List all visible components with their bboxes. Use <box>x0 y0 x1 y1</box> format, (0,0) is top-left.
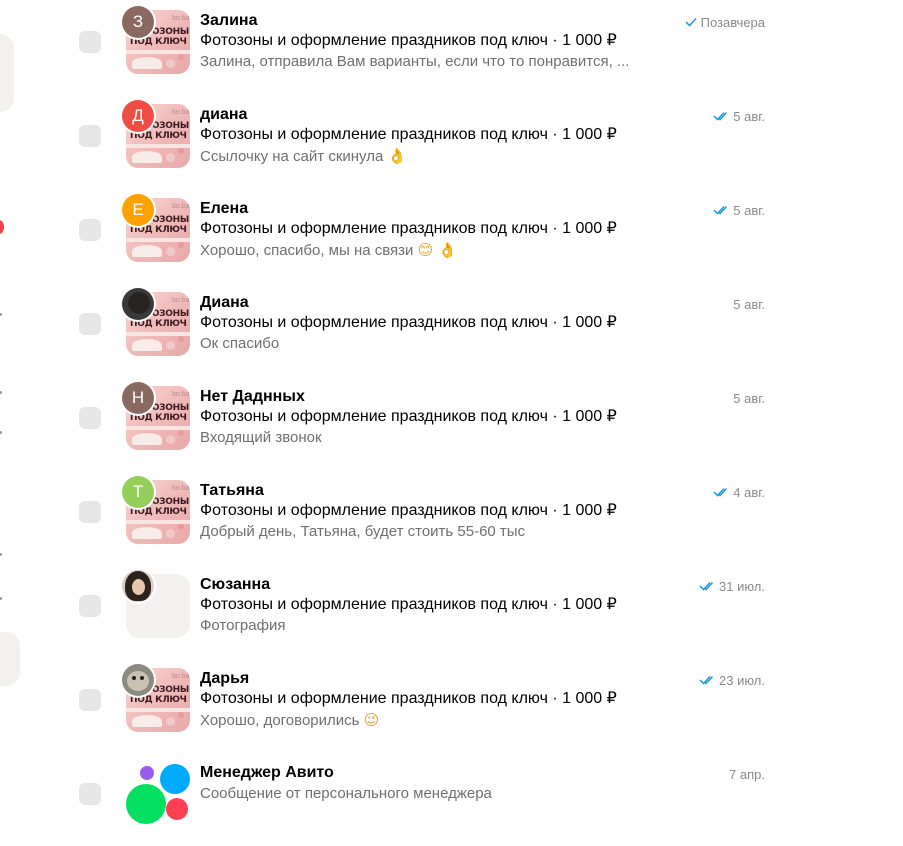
avatar: З <box>122 6 154 38</box>
message-meta: Позавчера <box>685 14 765 30</box>
select-checkbox[interactable] <box>79 407 101 429</box>
avatar-photo <box>122 570 154 602</box>
contact-name: Сюзанна <box>200 576 271 593</box>
smile-ok-emoji-icon: 😊 👌 <box>417 241 457 259</box>
last-message: Входящий звонок <box>200 429 322 446</box>
contact-name: Нет Даднных <box>200 388 305 405</box>
chat-row-zalina[interactable]: bo.ba ФОТОЗОНЫ ПОД КЛЮЧ З Залина Фотозон… <box>60 0 903 94</box>
last-message: Фотография <box>200 617 286 634</box>
notification-dot-icon <box>0 220 4 234</box>
last-message: Сообщение от персонального менеджера <box>200 785 492 802</box>
avatar: Д <box>122 100 154 132</box>
message-meta: 5 авг. <box>713 108 765 124</box>
ad-brand: bo.ba <box>172 109 190 116</box>
select-checkbox[interactable] <box>79 125 101 147</box>
select-checkbox[interactable] <box>79 595 101 617</box>
ad-brand: bo.ba <box>172 485 190 492</box>
ad-title: Фотозоны и оформление праздников под клю… <box>200 690 617 707</box>
select-checkbox[interactable] <box>79 783 101 805</box>
ok-hand-emoji-icon: 👌 <box>387 147 407 165</box>
sidebar-dot <box>0 431 2 434</box>
last-message-text: Хорошо, спасибо, мы на связи <box>200 242 414 259</box>
chat-row-suzanna[interactable]: Сюзанна Фотозоны и оформление праздников… <box>60 564 903 658</box>
avatar: Н <box>122 382 154 414</box>
sidebar-dot <box>0 391 2 394</box>
message-date: 5 авг. <box>733 108 765 124</box>
message-date: 4 авг. <box>733 484 765 500</box>
ad-brand: bo.ba <box>172 297 190 304</box>
message-meta: 5 авг. <box>733 296 765 312</box>
chat-row-diana-lower[interactable]: bo.ba ФОТОЗОНЫ ПОД КЛЮЧ Д диана Фотозоны… <box>60 94 903 188</box>
ad-title: Фотозоны и оформление праздников под клю… <box>200 126 617 143</box>
message-date: 7 апр. <box>729 766 765 782</box>
ad-brand: bo.ba <box>172 203 190 210</box>
select-checkbox[interactable] <box>79 219 101 241</box>
last-message-text: Хорошо, договорились <box>200 712 360 729</box>
last-message: Залина, отправила Вам варианты, если что… <box>200 53 630 70</box>
select-checkbox[interactable] <box>79 31 101 53</box>
message-meta: 31 июл. <box>699 578 765 594</box>
avatar: Т <box>122 476 154 508</box>
double-check-icon <box>699 581 715 591</box>
sidebar-tab[interactable] <box>0 34 14 112</box>
contact-name: Диана <box>200 294 249 311</box>
contact-name: Дарья <box>200 670 250 687</box>
chat-row-diana[interactable]: bo.ba ФОТОЗОНЫ ПОД КЛЮЧ Диана Фотозоны и… <box>60 282 903 376</box>
select-checkbox[interactable] <box>79 313 101 335</box>
contact-name: Залина <box>200 12 258 29</box>
message-date: 5 авг. <box>733 390 765 406</box>
last-message: Ссылочку на сайт скинула 👌 <box>200 146 406 167</box>
message-meta: 23 июл. <box>699 672 765 688</box>
ad-brand: bo.ba <box>172 391 190 398</box>
ad-title: Фотозоны и оформление праздников под клю… <box>200 32 617 49</box>
last-message: Хорошо, спасибо, мы на связи 😊 👌 <box>200 240 457 261</box>
double-check-icon <box>699 675 715 685</box>
ad-title: Фотозоны и оформление праздников под клю… <box>200 408 617 425</box>
avatar-photo <box>122 288 154 320</box>
contact-name: диана <box>200 106 248 123</box>
message-date: 31 июл. <box>719 578 765 594</box>
sidebar-dot <box>0 313 2 316</box>
double-check-icon <box>713 205 729 215</box>
select-checkbox[interactable] <box>79 501 101 523</box>
last-message: Хорошо, договорились 😉 <box>200 710 379 731</box>
chat-row-elena[interactable]: bo.ba ФОТОЗОНЫ ПОД КЛЮЧ Е Елена Фотозоны… <box>60 188 903 282</box>
last-message: Добрый день, Татьяна, будет стоить 55-60… <box>200 523 526 540</box>
ad-title: Фотозоны и оформление праздников под клю… <box>200 314 617 331</box>
chat-row-tatiana[interactable]: bo.ba ФОТОЗОНЫ ПОД КЛЮЧ Т Татьяна Фотозо… <box>60 470 903 564</box>
message-meta: 5 авг. <box>713 202 765 218</box>
message-date: 5 авг. <box>733 202 765 218</box>
contact-name: Менеджер Авито <box>200 764 334 781</box>
sidebar-edge <box>0 0 24 844</box>
message-date: 23 июл. <box>719 672 765 688</box>
ad-brand: bo.ba <box>172 15 190 22</box>
sidebar-tab[interactable] <box>0 632 20 686</box>
select-checkbox[interactable] <box>79 689 101 711</box>
last-message-text: Ссылочку на сайт скинула <box>200 148 384 165</box>
single-check-icon <box>685 17 697 27</box>
contact-name: Татьяна <box>200 482 264 499</box>
sidebar-dot <box>0 553 2 556</box>
wink-emoji-icon: 😉 <box>363 711 380 729</box>
avatar: Е <box>122 194 154 226</box>
double-check-icon <box>713 111 729 121</box>
contact-name: Елена <box>200 200 249 217</box>
sidebar-dot <box>0 597 2 600</box>
chat-row-daria[interactable]: bo.ba ФОТОЗОНЫ ПОД КЛЮЧ Дарья Фотозоны и… <box>60 658 903 752</box>
avito-logo-icon <box>126 762 190 826</box>
message-meta: 5 авг. <box>733 390 765 406</box>
message-date: 5 авг. <box>733 296 765 312</box>
message-meta: 7 апр. <box>729 766 765 782</box>
message-meta: 4 авг. <box>713 484 765 500</box>
double-check-icon <box>713 487 729 497</box>
chat-row-net-dannyh[interactable]: bo.ba ФОТОЗОНЫ ПОД КЛЮЧ Н Нет Даднных Фо… <box>60 376 903 470</box>
ad-title: Фотозоны и оформление праздников под клю… <box>200 220 617 237</box>
message-date: Позавчера <box>700 14 765 30</box>
ad-title: Фотозоны и оформление праздников под клю… <box>200 502 617 519</box>
ad-title: Фотозоны и оформление праздников под клю… <box>200 596 617 613</box>
ad-brand: bo.ba <box>172 673 190 680</box>
last-message: Ок спасибо <box>200 335 280 352</box>
avatar-photo <box>122 664 154 696</box>
chat-row-avito-manager[interactable]: Менеджер Авито Сообщение от персональног… <box>60 752 903 846</box>
